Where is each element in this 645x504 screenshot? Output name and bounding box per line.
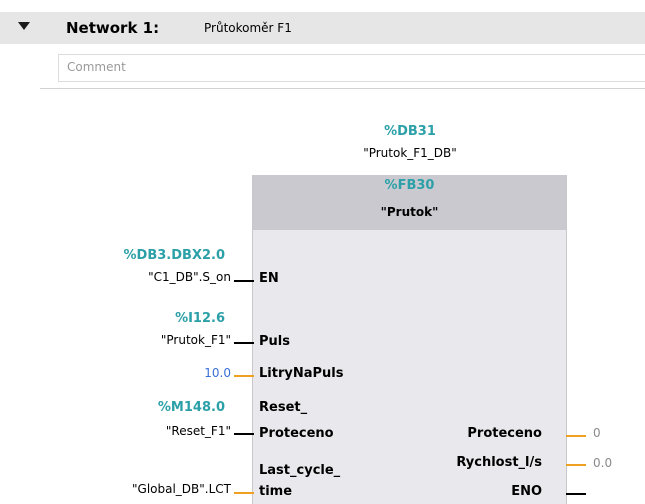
comment-placeholder: Comment — [67, 60, 126, 74]
litrynapuls-wire — [234, 375, 254, 377]
instance-db-address[interactable]: %DB31 — [330, 124, 490, 139]
pin-eno-out[interactable]: ENO — [511, 484, 542, 499]
pin-last-cycle-time-line1[interactable]: Last_cycle_ — [259, 463, 340, 478]
reset-operand-tag[interactable]: "Reset_F1" — [166, 424, 231, 438]
pin-en[interactable]: EN — [259, 271, 279, 286]
rychlost-out-wire — [566, 464, 586, 466]
network-title: Network 1: — [66, 19, 160, 37]
pin-last-cycle-time-line2[interactable]: time — [259, 484, 292, 499]
puls-operand-address[interactable]: %I12.6 — [175, 311, 225, 326]
proteceno-out-value: 0 — [593, 426, 601, 440]
reset-operand-address[interactable]: %M148.0 — [158, 400, 225, 415]
function-block-header: %FB30 "Prutok" — [253, 175, 566, 230]
reset-wire — [234, 433, 254, 435]
comment-field[interactable]: Comment — [58, 54, 645, 82]
function-block[interactable]: %FB30 "Prutok" EN Puls LitryNaPuls Reset… — [252, 175, 567, 504]
litrynapuls-constant[interactable]: 10.0 — [204, 366, 231, 380]
en-operand-address[interactable]: %DB3.DBX2.0 — [124, 248, 225, 263]
collapse-triangle-icon[interactable] — [18, 22, 30, 30]
fb-address: %FB30 — [384, 178, 435, 193]
network-separator — [40, 88, 645, 89]
eno-out-wire — [566, 493, 586, 495]
last-cycle-wire — [234, 492, 254, 494]
fb-name: "Prutok" — [380, 205, 439, 219]
pin-reset-proteceno-line1[interactable]: Reset_ — [259, 400, 307, 415]
last-cycle-operand-tag[interactable]: "Global_DB".LCT — [132, 482, 231, 496]
en-operand-tag[interactable]: "C1_DB".S_on — [148, 270, 231, 284]
rychlost-out-value: 0.0 — [593, 456, 613, 470]
pin-proteceno-out[interactable]: Proteceno — [467, 426, 542, 441]
pin-litrynapuls[interactable]: LitryNaPuls — [259, 366, 343, 381]
puls-operand-tag[interactable]: "Prutok_F1" — [161, 333, 231, 347]
instance-db-name[interactable]: "Prutok_F1_DB" — [320, 146, 500, 160]
pin-rychlost-out[interactable]: Rychlost_l/s — [456, 455, 542, 470]
en-wire — [234, 280, 254, 282]
pin-puls[interactable]: Puls — [259, 334, 290, 349]
network-header[interactable]: Network 1: Průtokoměr F1 — [0, 12, 645, 44]
puls-wire — [234, 342, 254, 344]
network-name[interactable]: Průtokoměr F1 — [204, 21, 292, 35]
pin-reset-proteceno-line2[interactable]: Proteceno — [259, 426, 334, 441]
proteceno-out-wire — [566, 435, 586, 437]
